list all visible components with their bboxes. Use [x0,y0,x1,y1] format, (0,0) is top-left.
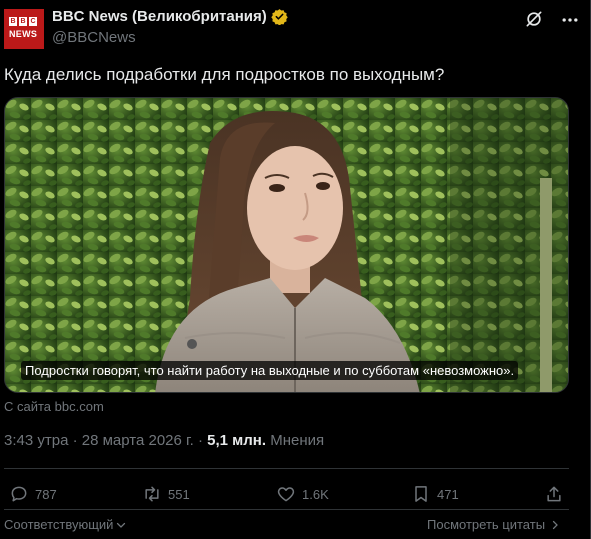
divider [4,468,569,469]
account-name[interactable]: BBC News (Великобритания) [52,8,267,25]
divider [4,509,569,510]
bookmark-count: 471 [437,486,459,502]
account-handle[interactable]: @BBCNews [52,29,136,46]
like-count: 1.6K [302,486,329,502]
views-label: Мнения [266,432,325,449]
view-quotes-link[interactable]: Посмотреть цитаты [427,517,561,532]
views-count: 5,1 млн. [207,432,267,449]
grok-icon[interactable] [524,9,544,29]
logo-letter: B [9,17,17,26]
tweet-image[interactable]: Подростки говорят, что найти работу на в… [4,97,569,393]
reply-count: 787 [35,486,57,502]
reply-icon [11,486,27,502]
chevron-down-icon [117,522,126,528]
bbc-logo: B B C [9,17,37,26]
repost-count: 551 [168,486,190,502]
like-button[interactable]: 1.6K [276,480,329,508]
avatar[interactable]: B B C NEWS [4,9,44,49]
link-source[interactable]: С сайта bbc.com [4,399,104,414]
logo-word: NEWS [9,29,38,39]
tweet-meta: 3:43 утра · 28 марта 2026 г. · 5,1 млн. … [4,432,324,449]
bookmark-icon [415,486,427,502]
repost-icon [145,486,159,502]
share-button[interactable] [544,480,564,508]
image-caption: Подростки говорят, что найти работу на в… [21,361,519,380]
account-name-row[interactable]: BBC News (Великобритания) [52,8,288,25]
tweet-timestamp[interactable]: 3:43 утра · 28 марта 2026 г. · [4,432,207,449]
more-options-icon[interactable] [560,10,580,30]
repost-button[interactable]: 551 [142,480,190,508]
reply-button[interactable]: 787 [9,480,57,508]
verified-badge-icon [271,9,288,25]
reply-sort-dropdown[interactable]: Соответствующий [4,517,127,532]
sort-label: Соответствующий [4,517,114,532]
heart-icon [277,487,295,502]
logo-letter: C [29,17,37,26]
quotes-label: Посмотреть цитаты [427,517,546,532]
share-icon [547,486,561,502]
photo-girl-hedge [5,98,568,392]
chevron-right-icon [552,520,558,529]
logo-letter: B [19,17,27,26]
tweet-text: Куда делись подработки для подростков по… [4,65,445,84]
action-bar: 787 551 1.6K 471 [0,480,591,508]
bookmark-button[interactable]: 471 [411,480,459,508]
